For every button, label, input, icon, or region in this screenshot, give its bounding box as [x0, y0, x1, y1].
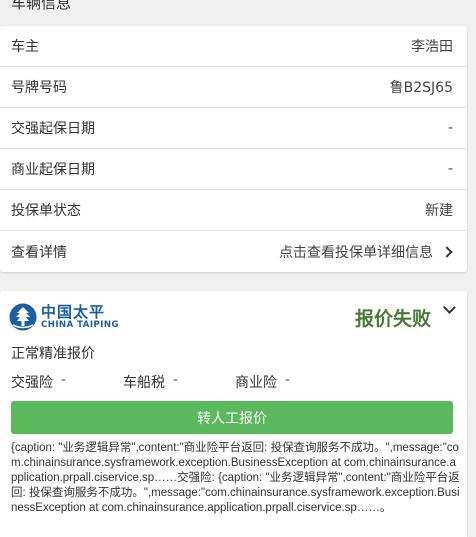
- row-value: -: [447, 161, 453, 177]
- fee-label: 交强险: [11, 375, 53, 391]
- quote-status: 报价失败: [355, 308, 432, 330]
- chevron-down-icon[interactable]: [443, 301, 456, 314]
- fee-label: 商业险: [235, 375, 277, 391]
- fee-label: 车船税: [123, 375, 165, 391]
- logo-text-cn: 中国太平: [41, 303, 106, 321]
- fee-vehicle-tax: 车船税 -: [123, 372, 235, 392]
- info-row-policy-status: 投保单状态 新建: [0, 190, 467, 231]
- fee-commercial: 商业险 -: [235, 372, 347, 392]
- view-details-row[interactable]: 查看详情 点击查看投保单详细信息: [0, 231, 467, 272]
- vehicle-info-card: 车主 李浩田 号牌号码 鲁B2SJ65 交强起保日期 - 商业起保日期 - 投保…: [0, 26, 467, 272]
- info-row-commercial-start: 商业起保日期 -: [0, 149, 467, 190]
- fee-value: -: [285, 372, 291, 388]
- china-taiping-logo-icon: [9, 303, 37, 331]
- row-label: 查看详情: [11, 244, 67, 261]
- row-label: 交强起保日期: [11, 121, 95, 137]
- row-label: 车主: [11, 39, 39, 55]
- fee-value: -: [61, 372, 67, 388]
- logo-text-en: CHINA TAIPING: [41, 320, 120, 330]
- view-details-link[interactable]: 点击查看投保单详细信息: [279, 242, 453, 262]
- row-value: 李浩田: [411, 39, 453, 55]
- row-value: 鲁B2SJ65: [389, 80, 453, 96]
- info-row-plate: 号牌号码 鲁B2SJ65: [0, 67, 467, 108]
- fee-value: -: [173, 372, 179, 388]
- fees-row: 交强险 - 车船税 - 商业险 -: [11, 372, 347, 392]
- row-value: 新建: [425, 203, 453, 219]
- row-label: 商业起保日期: [11, 162, 95, 178]
- row-value: -: [447, 120, 453, 136]
- fee-compulsory: 交强险 -: [11, 372, 123, 392]
- quote-card: 中国太平 CHINA TAIPING 报价失败 正常精准报价 交强险 - 车船税…: [0, 291, 467, 537]
- insurer-logo: 中国太平 CHINA TAIPING: [9, 303, 119, 331]
- row-label: 号牌号码: [11, 80, 67, 96]
- chevron-right-icon: [441, 245, 453, 258]
- section-title: 车辆信息: [11, 0, 72, 12]
- error-message: {caption: "业务逻辑异常",content:"商业险平台返回: 投保查…: [11, 442, 460, 514]
- info-row-owner: 车主 李浩田: [0, 26, 467, 67]
- view-details-text: 点击查看投保单详细信息: [279, 244, 433, 261]
- row-label: 投保单状态: [11, 203, 81, 219]
- info-row-compulsory-start: 交强起保日期 -: [0, 108, 467, 149]
- manual-quote-button[interactable]: 转人工报价: [11, 401, 453, 434]
- quote-type: 正常精准报价: [11, 346, 95, 362]
